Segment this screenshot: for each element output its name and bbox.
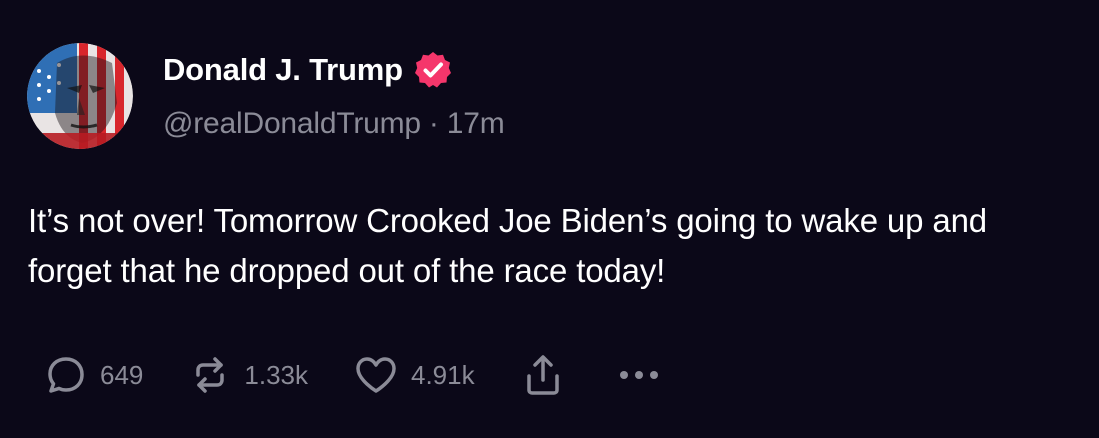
- like-count: 4.91k: [411, 359, 475, 390]
- more-options-button[interactable]: [616, 365, 662, 385]
- post-text: It’s not over! Tomorrow Crooked Joe Bide…: [28, 202, 987, 289]
- reply-button[interactable]: 649: [44, 353, 143, 397]
- post-card: Donald J. Trump @realDonaldTrump · 17m It’…: [0, 0, 1099, 438]
- author-display-name[interactable]: Donald J. Trump: [163, 52, 403, 88]
- share-button[interactable]: [521, 352, 565, 398]
- reply-count: 649: [100, 359, 144, 390]
- repost-button[interactable]: 1.33k: [188, 353, 308, 397]
- reply-bubble-icon: [44, 353, 88, 397]
- author-meta: @realDonaldTrump · 17m: [163, 107, 505, 141]
- ellipsis-icon: [616, 365, 662, 385]
- repost-arrows-icon: [188, 353, 232, 397]
- meta-separator: ·: [428, 107, 439, 140]
- author-name-row: Donald J. Trump: [163, 48, 453, 92]
- like-button[interactable]: 4.91k: [353, 353, 475, 397]
- heart-icon: [353, 353, 399, 397]
- avatar-image: [27, 43, 133, 149]
- action-bar: 649 1.33k 4.91k: [44, 350, 662, 400]
- avatar[interactable]: [27, 43, 133, 149]
- post-timestamp[interactable]: 17m: [447, 107, 505, 140]
- repost-count: 1.33k: [244, 359, 308, 390]
- author-handle[interactable]: @realDonaldTrump: [163, 107, 421, 140]
- verified-badge-icon: [413, 50, 453, 90]
- share-upload-icon: [521, 352, 565, 398]
